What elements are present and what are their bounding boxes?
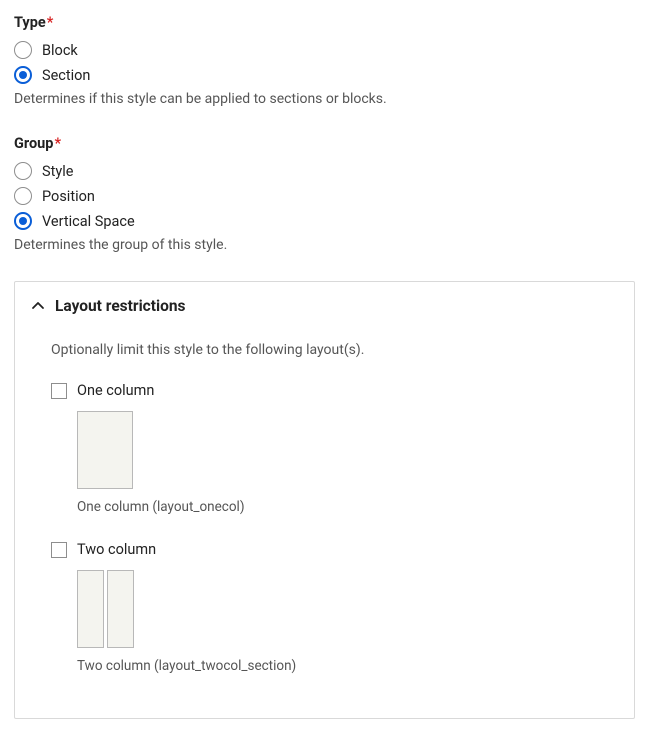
layout-onecol-preview: One column (layout_onecol) xyxy=(77,411,598,515)
group-option-style-label: Style xyxy=(42,163,73,180)
layout-column-icon xyxy=(107,570,134,648)
layout-column-icon xyxy=(77,570,104,648)
required-asterisk: * xyxy=(54,135,61,152)
layout-twocol-caption: Two column (layout_twocol_section) xyxy=(77,658,598,674)
group-helper-text: Determines the group of this style. xyxy=(14,237,635,253)
type-option-section-label: Section xyxy=(42,67,90,84)
group-option-position[interactable]: Position xyxy=(14,187,635,205)
chevron-up-icon xyxy=(31,299,45,313)
type-label-text: Type xyxy=(14,14,46,31)
layout-onecol-label: One column xyxy=(77,382,154,399)
radio-icon xyxy=(14,212,32,230)
group-label-text: Group xyxy=(14,135,53,152)
type-option-block-label: Block xyxy=(42,42,78,59)
group-option-position-label: Position xyxy=(42,188,95,205)
radio-icon xyxy=(14,66,32,84)
layout-restrictions-toggle[interactable]: Layout restrictions xyxy=(15,282,634,330)
layout-twocol-preview: Two column (layout_twocol_section) xyxy=(77,570,598,674)
group-option-style[interactable]: Style xyxy=(14,162,635,180)
type-helper-text: Determines if this style can be applied … xyxy=(14,91,635,107)
group-option-vertical-space[interactable]: Vertical Space xyxy=(14,212,635,230)
layout-restrictions-title: Layout restrictions xyxy=(55,297,186,315)
required-asterisk: * xyxy=(47,14,54,31)
layout-restrictions-panel: Layout restrictions Optionally limit thi… xyxy=(14,281,635,719)
radio-icon xyxy=(14,162,32,180)
group-option-vertical-space-label: Vertical Space xyxy=(42,213,135,230)
layout-restrictions-body: Optionally limit this style to the follo… xyxy=(15,342,634,718)
radio-dot-icon xyxy=(19,217,27,225)
layout-onecol-caption: One column (layout_onecol) xyxy=(77,499,598,515)
layout-twocol-preview-frame xyxy=(77,570,134,648)
layout-onecol-checkbox-row[interactable]: One column xyxy=(51,382,598,399)
layout-column-icon xyxy=(77,411,133,489)
group-field-group: Group* Style Position Vertical Space Det… xyxy=(14,135,635,253)
radio-icon xyxy=(14,41,32,59)
checkbox-icon xyxy=(51,383,67,399)
layout-onecol-preview-frame xyxy=(77,411,133,489)
type-field-label: Type* xyxy=(14,14,635,31)
type-option-block[interactable]: Block xyxy=(14,41,635,59)
layout-option-onecol: One column One column (layout_onecol) xyxy=(51,382,598,515)
radio-dot-icon xyxy=(19,71,27,79)
group-field-label: Group* xyxy=(14,135,635,152)
layout-twocol-label: Two column xyxy=(77,541,156,558)
type-field-group: Type* Block Section Determines if this s… xyxy=(14,14,635,107)
checkbox-icon xyxy=(51,542,67,558)
layout-twocol-checkbox-row[interactable]: Two column xyxy=(51,541,598,558)
type-option-section[interactable]: Section xyxy=(14,66,635,84)
layout-option-twocol: Two column Two column (layout_twocol_sec… xyxy=(51,541,598,674)
layout-restrictions-help: Optionally limit this style to the follo… xyxy=(51,342,598,358)
radio-icon xyxy=(14,187,32,205)
